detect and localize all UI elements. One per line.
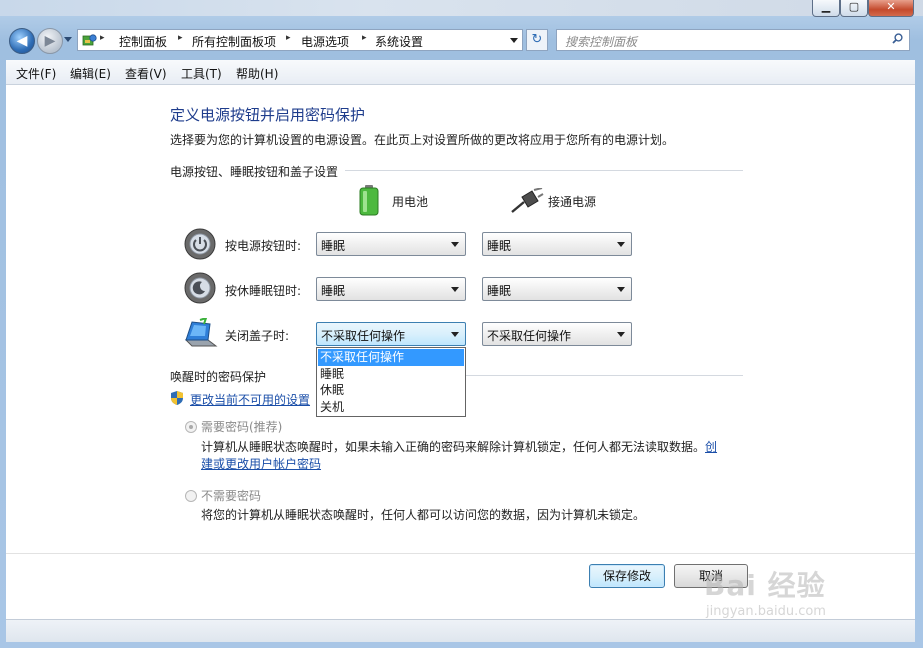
breadcrumb-control-panel[interactable]: 控制面板 bbox=[119, 33, 167, 50]
power-button-icon bbox=[184, 228, 216, 260]
close-button[interactable]: ✕ bbox=[868, 0, 914, 17]
close-lid-plugged-select[interactable]: 不采取任何操作 bbox=[482, 322, 632, 346]
require-password-label: 需要密码(推荐) bbox=[201, 420, 283, 434]
sleep-button-icon bbox=[184, 272, 216, 304]
back-button[interactable]: ◀ bbox=[9, 28, 35, 54]
page-description: 选择要为您的计算机设置的电源设置。在此页上对设置所做的更改将应用于您所有的电源计… bbox=[170, 133, 675, 147]
sleep-button-battery-select[interactable]: 睡眠 bbox=[316, 277, 466, 301]
arrow-left-icon: ◀ bbox=[16, 33, 28, 49]
column-header-battery: 用电池 bbox=[392, 195, 429, 209]
no-password-radio[interactable] bbox=[185, 490, 197, 502]
menu-bar: 文件(F) 编辑(E) 查看(V) 工具(T) 帮助(H) bbox=[6, 60, 915, 85]
select-value: 睡眠 bbox=[487, 284, 512, 298]
dropdown-option-hibernate[interactable]: 休眠 bbox=[318, 382, 464, 399]
arrow-right-icon: ▶ bbox=[44, 33, 56, 49]
chevron-down-icon bbox=[451, 332, 459, 337]
chevron-down-icon bbox=[617, 332, 625, 337]
menu-help[interactable]: 帮助(H) bbox=[236, 65, 278, 82]
chevron-down-icon bbox=[451, 287, 459, 292]
require-password-description: 计算机从睡眠状态唤醒时，如果未输入正确的密码来解除计算机锁定，任何人都无法读取数… bbox=[201, 438, 717, 455]
address-bar[interactable]: ▸ 控制面板 ▸ 所有控制面板项 ▸ 电源选项 ▸ 系统设置 bbox=[77, 29, 523, 51]
column-header-plugged-in: 接通电源 bbox=[548, 195, 597, 209]
select-value: 不采取任何操作 bbox=[487, 329, 572, 343]
power-button-label: 按电源按钮时: bbox=[225, 239, 302, 253]
breadcrumb-separator: ▸ bbox=[286, 33, 291, 43]
menu-tools[interactable]: 工具(T) bbox=[181, 65, 222, 82]
breadcrumb-all-items[interactable]: 所有控制面板项 bbox=[192, 33, 276, 50]
battery-icon bbox=[359, 185, 379, 216]
section-divider bbox=[345, 170, 743, 171]
close-lid-dropdown-list: 不采取任何操作 睡眠 休眠 关机 bbox=[316, 347, 466, 417]
dropdown-option-sleep[interactable]: 睡眠 bbox=[318, 366, 464, 383]
close-lid-battery-select[interactable]: 不采取任何操作 bbox=[316, 322, 466, 346]
laptop-lid-icon bbox=[184, 318, 218, 347]
forward-button[interactable]: ▶ bbox=[37, 28, 63, 54]
section-divider bbox=[466, 375, 743, 376]
select-value: 睡眠 bbox=[321, 239, 346, 253]
search-icon[interactable] bbox=[892, 33, 903, 44]
refresh-button[interactable]: ↻ bbox=[526, 29, 548, 51]
minimize-button[interactable]: ▁ bbox=[812, 0, 840, 17]
sleep-button-label: 按休睡眠钮时: bbox=[225, 284, 302, 298]
title-bar bbox=[0, 0, 923, 16]
search-box[interactable]: 搜索控制面板 bbox=[556, 29, 910, 51]
require-desc-text: 计算机从睡眠状态唤醒时，如果未输入正确的密码来解除计算机锁定，任何人都无法读取数… bbox=[201, 440, 706, 454]
no-password-label: 不需要密码 bbox=[201, 489, 262, 503]
power-button-battery-select[interactable]: 睡眠 bbox=[316, 232, 466, 256]
dropdown-option-do-nothing[interactable]: 不采取任何操作 bbox=[318, 349, 464, 366]
footer-pane bbox=[6, 553, 915, 620]
control-panel-icon bbox=[82, 34, 97, 46]
breadcrumb-system-settings[interactable]: 系统设置 bbox=[375, 33, 423, 50]
breadcrumb-separator: ▸ bbox=[100, 33, 105, 43]
close-lid-label: 关闭盖子时: bbox=[225, 329, 290, 343]
status-bar bbox=[6, 619, 915, 642]
uac-shield-icon bbox=[171, 391, 183, 405]
select-value: 不采取任何操作 bbox=[321, 329, 406, 343]
section-heading-password: 唤醒时的密码保护 bbox=[170, 370, 267, 384]
dropdown-option-shutdown[interactable]: 关机 bbox=[318, 399, 464, 416]
cancel-button[interactable]: 取消 bbox=[674, 564, 748, 588]
create-password-link-start[interactable]: 创 bbox=[705, 440, 717, 454]
recent-pages-dropdown[interactable] bbox=[64, 37, 72, 42]
chevron-down-icon bbox=[617, 242, 625, 247]
breadcrumb-separator: ▸ bbox=[362, 33, 367, 43]
create-or-change-password-link[interactable]: 建或更改用户帐户密码 bbox=[201, 455, 321, 472]
sleep-button-plugged-select[interactable]: 睡眠 bbox=[482, 277, 632, 301]
chevron-down-icon bbox=[451, 242, 459, 247]
require-password-radio[interactable] bbox=[185, 421, 197, 433]
content-pane bbox=[6, 85, 915, 553]
menu-view[interactable]: 查看(V) bbox=[125, 65, 167, 82]
search-placeholder: 搜索控制面板 bbox=[565, 35, 638, 49]
power-button-plugged-select[interactable]: 睡眠 bbox=[482, 232, 632, 256]
page-title: 定义电源按钮并启用密码保护 bbox=[170, 106, 366, 124]
select-value: 睡眠 bbox=[321, 284, 346, 298]
change-unavailable-settings-link[interactable]: 更改当前不可用的设置 bbox=[190, 391, 310, 408]
no-password-description: 将您的计算机从睡眠状态唤醒时，任何人都可以访问您的数据，因为计算机未锁定。 bbox=[201, 508, 646, 522]
power-plug-icon bbox=[511, 188, 544, 213]
select-value: 睡眠 bbox=[487, 239, 512, 253]
chevron-down-icon bbox=[617, 287, 625, 292]
address-dropdown-icon[interactable] bbox=[510, 38, 518, 43]
save-changes-button[interactable]: 保存修改 bbox=[589, 564, 665, 588]
menu-file[interactable]: 文件(F) bbox=[16, 65, 56, 82]
menu-edit[interactable]: 编辑(E) bbox=[70, 65, 111, 82]
breadcrumb-power-options[interactable]: 电源选项 bbox=[301, 33, 349, 50]
maximize-button[interactable]: ▢ bbox=[840, 0, 868, 17]
breadcrumb-separator: ▸ bbox=[178, 33, 183, 43]
section-heading-buttons: 电源按钮、睡眠按钮和盖子设置 bbox=[170, 165, 339, 179]
